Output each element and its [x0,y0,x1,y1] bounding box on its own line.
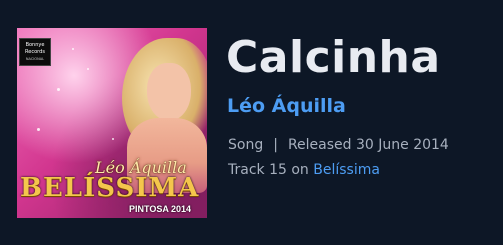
sparkle [57,88,60,91]
song-title: Calcinha [226,32,441,83]
record-label-logo: Bonnye Records NACIONAL [19,38,51,66]
album-link[interactable]: Belíssima [313,162,380,178]
meta-separator: | [273,137,278,153]
sparkle [72,48,74,50]
release-date: 30 June 2014 [355,137,449,153]
song-meta-line: Song | Released 30 June 2014 [228,137,449,153]
sparkle [87,68,89,70]
cover-album-title: BELÍSSIMA [20,173,200,203]
cover-edition-label: PINTOSA 2014 [129,204,192,214]
logo-line-1: Bonnye [25,41,45,48]
released-prefix: Released [287,137,352,153]
album-cover[interactable]: Bonnye Records NACIONAL Léo Áquilla BELÍ… [17,28,207,218]
artist-link[interactable]: Léo Áquilla [227,95,346,117]
track-info-line: Track 15 on Belíssima [228,162,380,178]
logo-line-3: NACIONAL [25,56,45,61]
song-type: Song [228,137,264,153]
logo-line-2: Records [25,48,45,55]
sparkle [112,138,114,140]
track-prefix: Track 15 on [228,162,309,178]
sparkle [37,128,40,131]
cover-portrait-face [147,63,191,121]
